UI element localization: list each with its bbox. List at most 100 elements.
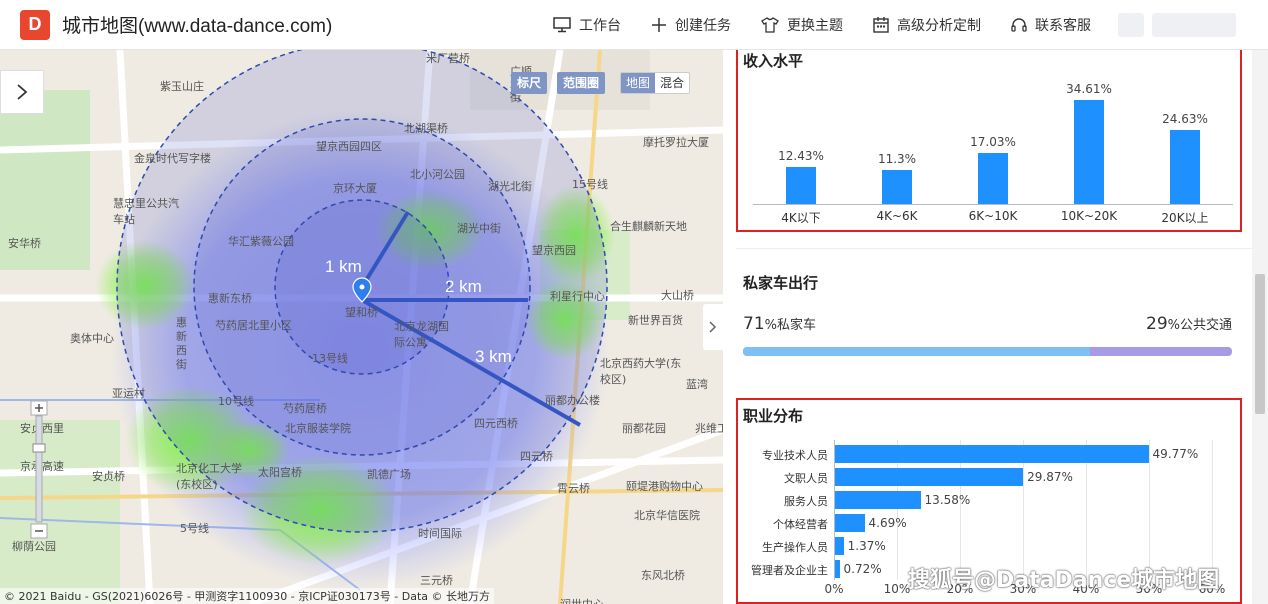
income-bar[interactable] [1170, 130, 1200, 204]
occupation-gridline [1212, 440, 1213, 580]
range-circle-button[interactable]: 范围圈 [557, 72, 606, 94]
map-label: 合生麒麟新天地 [610, 220, 687, 233]
occupation-bar-value: 13.58% [924, 492, 971, 507]
map-label: 5号线 [180, 522, 209, 535]
map-label: 望京西园 [532, 244, 576, 257]
map-label: 10号线 [218, 395, 254, 408]
section-divider [736, 248, 1252, 249]
map-label: 润世中心 [560, 596, 604, 604]
map-label: 北京龙湖国际公寓 [394, 320, 449, 349]
nav-workbench[interactable]: 工作台 [553, 15, 621, 35]
radius-label-2km: 2 km [445, 277, 482, 296]
travel-mode-bar [743, 347, 1232, 356]
expand-sidebar-button[interactable] [0, 70, 44, 114]
income-category-label: 20K以上 [1161, 211, 1209, 225]
nav-workbench-label: 工作台 [579, 18, 621, 34]
panel-scrollbar[interactable] [1252, 50, 1268, 604]
occupation-bar-value: 1.37% [847, 538, 886, 553]
collapse-panel-button[interactable] [703, 304, 723, 350]
zoom-control [30, 400, 48, 540]
occupation-category-label: 文职人员 [784, 471, 828, 485]
map-type-hybrid[interactable]: 混合 [655, 73, 690, 93]
private-car-stat: 71%私家车 [743, 314, 816, 334]
income-bar-value: 34.61% [1066, 82, 1112, 97]
map-label: 芍药居北里小区 [215, 319, 292, 332]
ruler-tool-button[interactable]: 标尺 [511, 72, 548, 94]
map-canvas[interactable] [0, 50, 723, 604]
map-label: 柳荫公园 [12, 540, 56, 553]
map-label: 四元西桥 [474, 417, 518, 430]
occupation-bar[interactable] [835, 536, 844, 555]
map-label: 新世界百货 [628, 314, 683, 327]
map-label: 颐堤港购物中心 [626, 480, 703, 493]
income-x-axis [753, 204, 1233, 205]
nav-change-theme[interactable]: 更换主题 [761, 15, 843, 35]
map-label: 北京西药大学(东校区) [600, 357, 682, 386]
income-bar-value: 11.3% [877, 152, 917, 167]
map-label: 北小河公园 [410, 168, 465, 181]
radius-label-3km: 3 km [475, 347, 512, 366]
shirt-icon [761, 17, 779, 33]
map-copyright: © 2021 Baidu - GS(2021)6026号 - 甲测资字11009… [0, 588, 495, 604]
private-car-pct: 71 [743, 314, 765, 334]
income-bar[interactable] [978, 152, 1008, 204]
occupation-category-label: 专业技术人员 [762, 448, 828, 462]
user-avatar[interactable] [1118, 13, 1144, 37]
app-logo[interactable]: D [20, 9, 50, 40]
occupation-category-label: 个体经营者 [773, 517, 828, 531]
income-category-label: 4K~6K [876, 209, 918, 223]
panel-scroll-thumb[interactable] [1255, 274, 1265, 414]
map-label: 霄云桥 [557, 482, 590, 495]
income-bar-value: 12.43% [778, 148, 824, 163]
income-bar[interactable] [1074, 100, 1104, 204]
occupation-bar[interactable] [835, 444, 1149, 463]
map-type-map[interactable]: 地图 [621, 73, 656, 93]
map-label: 四元桥 [520, 450, 553, 463]
occupation-bar[interactable] [835, 490, 921, 509]
watermark: 搜狐号@DataDance城市地图 [908, 568, 1220, 593]
occupation-bar[interactable] [835, 559, 840, 578]
calendar-icon [873, 17, 889, 33]
monitor-icon [553, 17, 571, 33]
income-category-label: 6K~10K [968, 209, 1018, 223]
headset-icon [1011, 18, 1027, 32]
map-label: 太阳宫桥 [258, 466, 302, 479]
zoom-slider[interactable] [35, 415, 43, 523]
user-name[interactable] [1152, 13, 1236, 37]
map-label: 利星行中心 [550, 290, 605, 303]
occupation-bar[interactable] [835, 467, 1024, 486]
map-label: 亚运村 [112, 387, 145, 400]
map-label: 湖光北街 [488, 180, 532, 193]
occupation-bar-value: 0.72% [843, 561, 882, 576]
income-bar-value: 24.63% [1162, 112, 1208, 127]
nav-customer-service[interactable]: 联系客服 [1011, 15, 1091, 35]
map-label: 安华桥 [8, 237, 41, 250]
income-title: 收入水平 [743, 52, 804, 70]
map-label: 蓝湾 [686, 378, 708, 391]
nav-create-task[interactable]: 创建任务 [651, 15, 731, 35]
income-bar[interactable] [882, 170, 912, 204]
map-label: 13号线 [312, 352, 348, 365]
income-category-label: 10K~20K [1060, 209, 1118, 223]
nav-create-task-label: 创建任务 [675, 18, 731, 34]
occupation-gridline [1149, 440, 1150, 580]
map-label: 芍药居桥 [283, 402, 327, 415]
nav-advanced-analysis[interactable]: 高级分析定制 [873, 15, 981, 35]
map-label: 慧忠里公共汽车站 [113, 197, 179, 226]
analysis-panel: 收入水平 12.43% 4K以下 11.3% 4K~6K 17.03% 6K~10K 34.… [723, 50, 1268, 604]
map-label: 北京华信医院 [634, 509, 700, 522]
map-label: 惠新东桥 [208, 292, 252, 305]
map-label: 紫玉山庄 [160, 80, 204, 93]
map-label: 兆维工业园 [695, 422, 723, 435]
map-label: 丽都办公楼 [545, 394, 600, 407]
income-bar[interactable] [786, 166, 816, 204]
public-transport-label: %公共交通 [1167, 318, 1232, 333]
occupation-bar[interactable] [835, 513, 865, 532]
map-type-switch: 地图 混合 [620, 72, 691, 94]
map-label: 安贞桥 [92, 470, 125, 483]
map-view[interactable]: 紫玉山庄 北湖渠桥 金泉时代写字楼 望京西园四区 京环大厦 北小河公园 湖光北街… [0, 50, 723, 604]
map-label: 时间国际 [418, 527, 462, 540]
zoom-slider-handle[interactable] [32, 443, 46, 453]
map-label: 东风北桥 [641, 569, 685, 582]
map-label: 凯德广场 [367, 468, 411, 481]
